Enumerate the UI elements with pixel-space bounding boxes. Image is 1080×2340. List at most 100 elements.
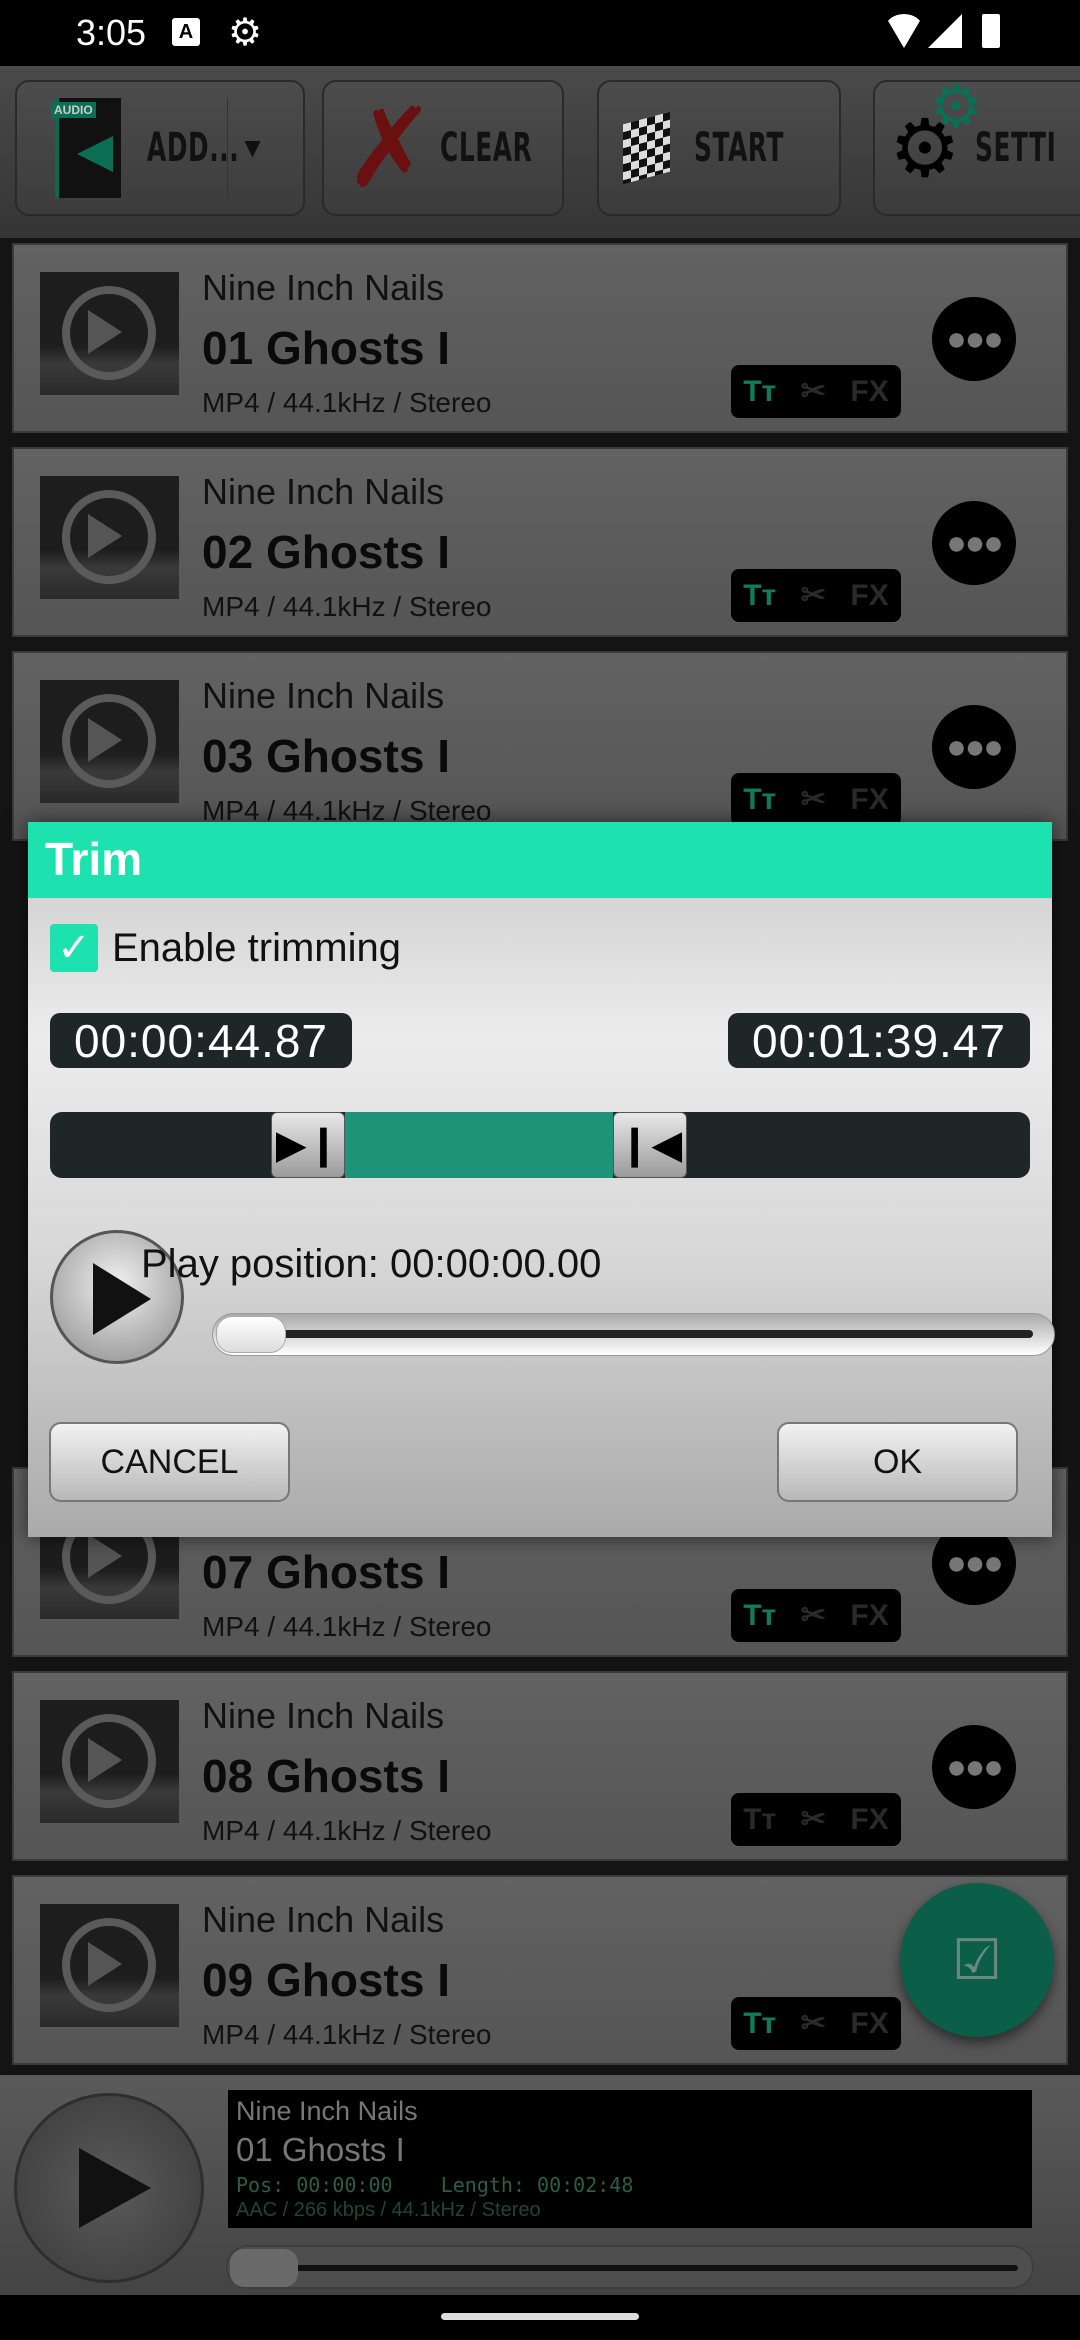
album-art bbox=[40, 1904, 179, 2027]
track-title: 02 Ghosts I bbox=[202, 526, 450, 578]
trim-end-handle[interactable]: ❙◀ bbox=[613, 1112, 687, 1178]
start-time-field[interactable]: 00:00:44.87 bbox=[50, 1013, 352, 1068]
play-triangle bbox=[88, 718, 122, 762]
player-play-button[interactable] bbox=[14, 2093, 204, 2283]
track-format: MP4 / 44.1kHz / Stereo bbox=[202, 1611, 492, 1642]
track-badges: Tт ✂ FX bbox=[731, 1997, 901, 2050]
track-badges: Tт ✂ FX bbox=[731, 1589, 901, 1642]
enable-trimming-label[interactable]: Enable trimming bbox=[112, 926, 401, 971]
add-button[interactable]: AUDIO ADD... ▼ bbox=[15, 80, 305, 216]
track-artist: Nine Inch Nails bbox=[202, 1695, 445, 1736]
track-item[interactable]: Nine Inch Nails 01 Ghosts I MP4 / 44.1kH… bbox=[12, 243, 1068, 433]
tag-text-icon[interactable]: Tт bbox=[743, 1803, 776, 1837]
mini-player: Nine Inch Nails 01 Ghosts I Pos: 00:00:0… bbox=[0, 2075, 1080, 2295]
trim-selection bbox=[345, 1112, 613, 1178]
track-artist: Nine Inch Nails bbox=[202, 267, 445, 308]
tag-text-icon[interactable]: Tт bbox=[743, 2007, 776, 2041]
track-format: MP4 / 44.1kHz / Stereo bbox=[202, 387, 492, 418]
more-options-button[interactable]: ●●● bbox=[932, 501, 1016, 585]
ellipsis-icon: ●●● bbox=[946, 523, 1004, 562]
settings-label: SETTI bbox=[974, 125, 1057, 171]
ok-button[interactable]: OK bbox=[777, 1422, 1018, 1502]
scissors-icon[interactable]: ✂ bbox=[801, 2006, 826, 2041]
skip-back-icon: ❙◀ bbox=[617, 1123, 683, 1167]
start-button[interactable]: START bbox=[597, 80, 841, 216]
navigation-bar bbox=[0, 2295, 1080, 2340]
gear-icon: ⚙ bbox=[228, 12, 263, 54]
preview-position-slider[interactable] bbox=[212, 1313, 1055, 1356]
player-artist: Nine Inch Nails bbox=[236, 2096, 418, 2126]
tag-text-icon[interactable]: Tт bbox=[743, 375, 776, 409]
clear-label: CLEAR bbox=[440, 125, 533, 171]
now-playing-info: Nine Inch Nails 01 Ghosts I Pos: 00:00:0… bbox=[228, 2090, 1032, 2228]
settings-button[interactable]: ⚙ ⚙ SETTI bbox=[873, 73, 1080, 216]
trim-range-bar[interactable]: ▶❙ ❙◀ bbox=[50, 1112, 1030, 1178]
scissors-icon[interactable]: ✂ bbox=[801, 578, 826, 613]
enable-trimming-checkbox[interactable]: ✓ bbox=[50, 924, 98, 972]
track-artist: Nine Inch Nails bbox=[202, 675, 445, 716]
play-triangle bbox=[88, 1942, 122, 1986]
player-title: 01 Ghosts I bbox=[236, 2131, 405, 2168]
tag-text-icon[interactable]: Tт bbox=[743, 783, 776, 817]
track-artist: Nine Inch Nails bbox=[202, 1899, 445, 1940]
fx-icon[interactable]: FX bbox=[850, 1803, 888, 1837]
scissors-icon[interactable]: ✂ bbox=[801, 1802, 826, 1837]
clear-button[interactable]: ✗ CLEAR bbox=[322, 80, 564, 216]
trim-start-handle[interactable]: ▶❙ bbox=[271, 1112, 345, 1178]
player-seek-slider[interactable] bbox=[226, 2245, 1034, 2289]
play-triangle bbox=[88, 310, 122, 354]
scissors-icon[interactable]: ✂ bbox=[801, 782, 826, 817]
track-title: 09 Ghosts I bbox=[202, 1954, 450, 2006]
seek-thumb[interactable] bbox=[230, 2249, 298, 2287]
player-format: AAC / 266 kbps / 44.1kHz / Stereo bbox=[236, 2199, 541, 2221]
ellipsis-icon: ●●● bbox=[946, 727, 1004, 766]
tag-text-icon[interactable]: Tт bbox=[743, 1599, 776, 1633]
album-art bbox=[40, 272, 179, 395]
track-title: 01 Ghosts I bbox=[202, 322, 450, 374]
signal-icon bbox=[928, 14, 962, 48]
home-gesture-handle[interactable] bbox=[441, 2313, 639, 2320]
wifi-icon bbox=[884, 14, 924, 48]
scissors-icon[interactable]: ✂ bbox=[801, 374, 826, 409]
more-options-button[interactable]: ●●● bbox=[932, 1725, 1016, 1809]
trim-dialog: Trim ✓ Enable trimming 00:00:44.87 00:01… bbox=[28, 822, 1055, 1537]
play-triangle bbox=[88, 1534, 122, 1578]
track-badges: Tт ✂ FX bbox=[731, 365, 901, 418]
select-tracks-fab[interactable]: ☑ bbox=[900, 1883, 1054, 2037]
fx-icon[interactable]: FX bbox=[850, 1599, 888, 1633]
scissors-icon[interactable]: ✂ bbox=[801, 1598, 826, 1633]
fx-icon[interactable]: FX bbox=[850, 579, 888, 613]
skip-forward-icon: ▶❙ bbox=[275, 1123, 341, 1167]
track-artist: Nine Inch Nails bbox=[202, 471, 445, 512]
track-item[interactable]: Nine Inch Nails 02 Ghosts I MP4 / 44.1kH… bbox=[12, 447, 1068, 637]
track-item[interactable]: Nine Inch Nails 03 Ghosts I MP4 / 44.1kH… bbox=[12, 651, 1068, 841]
ellipsis-icon: ●●● bbox=[946, 1543, 1004, 1582]
album-art bbox=[40, 1700, 179, 1823]
status-bar: 3:05 A ⚙ bbox=[0, 0, 1080, 66]
checkmark-icon: ✓ bbox=[57, 926, 91, 970]
x-icon: ✗ bbox=[344, 84, 437, 212]
track-format: MP4 / 44.1kHz / Stereo bbox=[202, 1815, 492, 1846]
track-badges: Tт ✂ FX bbox=[731, 773, 901, 826]
end-time-field[interactable]: 00:01:39.47 bbox=[728, 1013, 1030, 1068]
cancel-button[interactable]: CANCEL bbox=[49, 1422, 290, 1502]
start-label: START bbox=[693, 125, 784, 171]
album-art bbox=[40, 476, 179, 599]
track-title: 03 Ghosts I bbox=[202, 730, 450, 782]
more-options-button[interactable]: ●●● bbox=[932, 705, 1016, 789]
fx-icon[interactable]: FX bbox=[850, 2007, 888, 2041]
tag-text-icon[interactable]: Tт bbox=[743, 579, 776, 613]
track-format: MP4 / 44.1kHz / Stereo bbox=[202, 2019, 492, 2050]
dialog-header: Trim bbox=[28, 822, 1052, 898]
track-badges: Tт ✂ FX bbox=[731, 569, 901, 622]
more-options-button[interactable]: ●●● bbox=[932, 297, 1016, 381]
player-position: Pos: 00:00:00 Length: 00:02:48 bbox=[236, 2173, 634, 2197]
track-item[interactable]: Nine Inch Nails 08 Ghosts I MP4 / 44.1kH… bbox=[12, 1671, 1068, 1861]
fx-icon[interactable]: FX bbox=[850, 783, 888, 817]
fx-icon[interactable]: FX bbox=[850, 375, 888, 409]
toolbar: AUDIO ADD... ▼ ✗ CLEAR START ⚙ ⚙ SETTI bbox=[0, 66, 1080, 238]
slider-track bbox=[253, 1330, 1033, 1338]
slider-thumb[interactable] bbox=[216, 1316, 286, 1353]
ellipsis-icon: ●●● bbox=[946, 1747, 1004, 1786]
ellipsis-icon: ●●● bbox=[946, 319, 1004, 358]
